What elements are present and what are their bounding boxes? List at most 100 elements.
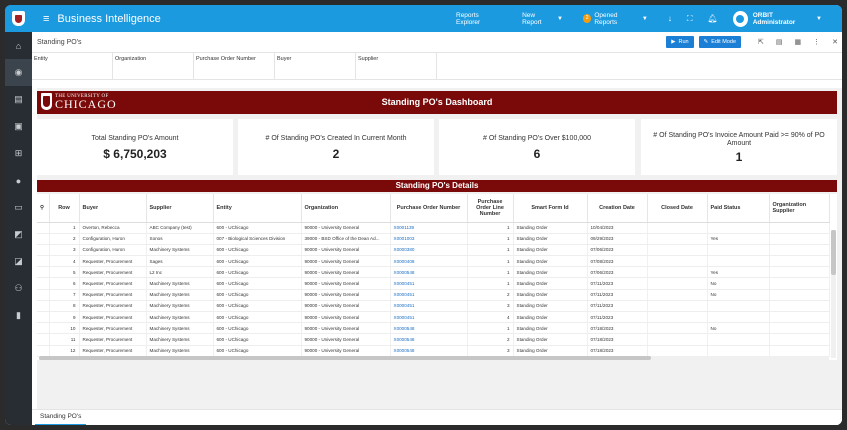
filter-purchase-order-number[interactable]: Purchase Order Number bbox=[194, 53, 275, 79]
bell-icon[interactable]: 🔔︎ bbox=[707, 14, 717, 23]
table-row[interactable]: 4 Requester, Procurement Sages 600 - UChica… bbox=[37, 255, 830, 268]
table-cell: Standing Order bbox=[513, 277, 588, 290]
table-row[interactable]: 10 Requester, Procurement Machinery System… bbox=[37, 322, 830, 335]
fullscreen-icon[interactable]: ⛶ bbox=[687, 14, 693, 24]
po-number-link[interactable]: X0000451 bbox=[390, 289, 468, 301]
table-cell: Machinery Systems bbox=[146, 322, 214, 335]
table-cell bbox=[769, 311, 830, 324]
table-cell: 10/04/2023 bbox=[587, 222, 648, 234]
user-menu[interactable]: ORBIT Administrator ▼ bbox=[753, 12, 822, 26]
po-number-link[interactable]: X0000548 bbox=[390, 266, 468, 279]
table-cell: Standing Order bbox=[513, 333, 588, 346]
column-header[interactable]: Buyer bbox=[79, 194, 147, 223]
po-number-link[interactable]: X0000451 bbox=[390, 277, 468, 290]
download-icon[interactable]: ↓ bbox=[668, 14, 672, 23]
column-header[interactable]: Organization Supplier bbox=[769, 194, 830, 223]
table-row[interactable]: 12 Requester, Procurement Machinery System… bbox=[37, 345, 830, 357]
po-number-link[interactable]: X0001139 bbox=[390, 222, 468, 234]
column-header[interactable]: Organization bbox=[301, 194, 391, 223]
table-row[interactable]: 1 Overton, Rebecca ABC Company (test) 600 -… bbox=[37, 222, 830, 234]
table-row[interactable]: 11 Requester, Procurement Machinery System… bbox=[37, 333, 830, 346]
table-row[interactable]: 3 Configuration, Huron Machinery Systems 60… bbox=[37, 244, 830, 257]
report-icon[interactable]: ◪ bbox=[5, 248, 32, 275]
app-title: Business Intelligence bbox=[57, 12, 161, 25]
column-header[interactable]: Creation Date bbox=[587, 194, 648, 223]
edit-mode-button[interactable]: ✎ Edit Mode bbox=[698, 36, 741, 48]
table-cell: 600 - UChicago bbox=[213, 244, 302, 257]
filter-entity[interactable]: Entity bbox=[32, 53, 113, 79]
calendar-icon[interactable]: ▦ bbox=[795, 38, 802, 46]
hamburger-menu-icon[interactable]: ≡ bbox=[43, 13, 49, 25]
new-report-menu[interactable]: New Report ▼ bbox=[522, 12, 563, 26]
chart-icon[interactable]: ◩ bbox=[5, 221, 32, 248]
filter-organization[interactable]: Organization bbox=[113, 53, 194, 79]
table-row[interactable]: 8 Requester, Procurement Machinery Systems… bbox=[37, 300, 830, 313]
table-cell: 600 - UChicago bbox=[213, 277, 302, 290]
po-number-link[interactable]: X0000408 bbox=[390, 255, 468, 268]
home-icon[interactable]: ⌂ bbox=[5, 32, 32, 59]
vertical-scrollbar[interactable] bbox=[831, 230, 836, 358]
details-title: Standing PO's Details bbox=[37, 180, 837, 192]
expand-icon[interactable]: ⊞ bbox=[5, 140, 32, 167]
run-button[interactable]: ▶ Run bbox=[666, 36, 694, 48]
table-cell: 600 - UChicago bbox=[213, 311, 302, 324]
filter-buyer[interactable]: Buyer bbox=[275, 53, 356, 79]
user-icon[interactable]: ● bbox=[5, 167, 32, 194]
po-number-link[interactable]: X0000548 bbox=[390, 345, 468, 357]
horizontal-scrollbar[interactable] bbox=[39, 356, 829, 360]
po-number-link[interactable]: X0001003 bbox=[390, 233, 468, 245]
table-row[interactable]: 9 Requester, Procurement Machinery Systems… bbox=[37, 311, 830, 324]
table-cell: No bbox=[707, 277, 770, 290]
column-header[interactable]: Purchase Order Number bbox=[390, 194, 468, 223]
table-cell: 4 bbox=[467, 311, 514, 324]
table-cell: 90000 - University General bbox=[301, 311, 391, 324]
app-logo[interactable] bbox=[5, 5, 32, 32]
po-number-link[interactable]: X0000380 bbox=[390, 244, 468, 257]
opened-reports-label: Opened Reports bbox=[594, 11, 618, 26]
table-cell: No bbox=[707, 289, 770, 301]
reports-explorer-link[interactable]: Reports Explorer bbox=[456, 12, 502, 26]
more-icon[interactable]: ⋮ bbox=[813, 38, 820, 46]
row-spacer bbox=[37, 333, 50, 346]
table-cell bbox=[707, 345, 770, 357]
table-cell: 07/11/2023 bbox=[587, 277, 648, 290]
column-header[interactable]: Closed Date bbox=[647, 194, 708, 223]
column-header[interactable]: Purchase Order Line Number bbox=[467, 194, 514, 223]
table-row[interactable]: 2 Configuration, Huron Sonos 007 - Biologic… bbox=[37, 233, 830, 245]
column-header[interactable]: Entity bbox=[213, 194, 302, 223]
close-icon[interactable]: ✕ bbox=[832, 38, 838, 46]
table-cell: Machinery Systems bbox=[146, 300, 214, 313]
filter-icon[interactable]: ⚲ bbox=[37, 194, 50, 223]
column-header[interactable]: Smart Form Id bbox=[513, 194, 588, 223]
page-title: Standing PO's bbox=[37, 38, 82, 46]
po-number-link[interactable]: X0000548 bbox=[390, 333, 468, 346]
table-row[interactable]: 6 Requester, Procurement Machinery Systems… bbox=[37, 277, 830, 290]
column-header[interactable]: Supplier bbox=[146, 194, 214, 223]
po-number-link[interactable]: X0000451 bbox=[390, 300, 468, 313]
table-cell: Standing Order bbox=[513, 222, 588, 234]
avatar[interactable] bbox=[732, 10, 748, 27]
table-cell bbox=[647, 289, 708, 301]
gift-icon[interactable]: ▣ bbox=[5, 113, 32, 140]
opened-reports-menu[interactable]: 2 Opened Reports ▼ bbox=[582, 11, 648, 26]
table-cell: 600 - UChicago bbox=[213, 333, 302, 346]
filter-supplier[interactable]: Supplier bbox=[356, 53, 437, 79]
table-cell: 90000 - University General bbox=[301, 333, 391, 346]
users-icon[interactable]: ⚇ bbox=[5, 275, 32, 302]
server-icon[interactable]: ▮ bbox=[5, 302, 32, 329]
tab-standing-pos[interactable]: Standing PO's bbox=[35, 410, 87, 425]
column-header[interactable]: Row bbox=[49, 194, 80, 223]
table-cell bbox=[707, 255, 770, 268]
edit-mode-label: Edit Mode bbox=[711, 39, 736, 45]
target-icon[interactable]: ◉ bbox=[5, 59, 32, 86]
column-header[interactable]: Paid Status bbox=[707, 194, 770, 223]
document-icon[interactable]: ▤ bbox=[5, 86, 32, 113]
po-number-link[interactable]: X0000548 bbox=[390, 322, 468, 335]
document-icon[interactable]: ▤ bbox=[776, 38, 783, 46]
po-number-link[interactable]: X0000451 bbox=[390, 311, 468, 324]
table-row[interactable]: 7 Requester, Procurement Machinery Systems… bbox=[37, 289, 830, 301]
export-icon[interactable]: ⇱ bbox=[758, 38, 764, 46]
row-spacer bbox=[37, 277, 50, 290]
monitor-icon[interactable]: ▭ bbox=[5, 194, 32, 221]
table-row[interactable]: 5 Requester, Procurement L2 Inc 600 - UChic… bbox=[37, 266, 830, 279]
